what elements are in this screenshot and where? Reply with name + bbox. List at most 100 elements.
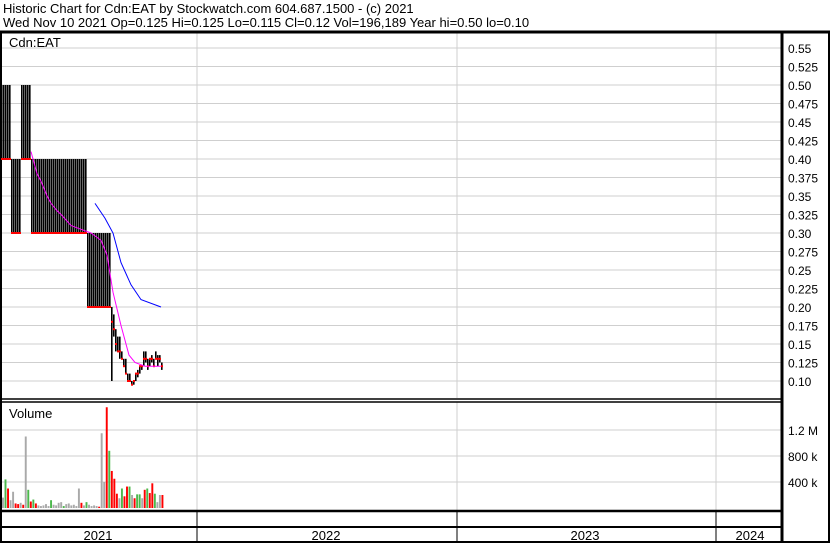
close-tick bbox=[159, 357, 161, 360]
stock-chart: Historic Chart for Cdn:EAT by Stockwatch… bbox=[0, 0, 830, 543]
volume-bar bbox=[65, 504, 68, 508]
close-tick bbox=[127, 380, 129, 382]
close-tick bbox=[157, 357, 159, 360]
price-bar bbox=[15, 159, 17, 233]
price-bar bbox=[57, 159, 59, 233]
close-tick bbox=[99, 306, 101, 308]
price-bar bbox=[79, 159, 81, 233]
close-tick bbox=[155, 357, 157, 360]
price-bar bbox=[23, 85, 25, 159]
volume-bar bbox=[80, 502, 83, 508]
volume-bar bbox=[70, 505, 73, 508]
price-bar bbox=[71, 159, 73, 233]
price-bar bbox=[37, 159, 39, 233]
price-bar bbox=[95, 233, 97, 307]
price-tick-label: 0.125 bbox=[788, 357, 818, 371]
price-bar bbox=[123, 358, 125, 367]
price-bar bbox=[59, 159, 61, 233]
price-bar bbox=[3, 85, 5, 159]
close-tick bbox=[33, 232, 35, 234]
close-tick bbox=[3, 158, 5, 160]
volume-bar bbox=[151, 483, 154, 508]
close-tick bbox=[115, 343, 117, 345]
price-bar bbox=[129, 373, 131, 381]
price-tick-label: 0.45 bbox=[788, 116, 812, 130]
volume-bar bbox=[67, 503, 70, 508]
price-bar bbox=[63, 159, 65, 233]
price-tick-label: 0.425 bbox=[788, 135, 818, 149]
close-tick bbox=[17, 232, 19, 234]
close-tick bbox=[87, 306, 89, 308]
price-bar bbox=[145, 351, 147, 363]
price-bar bbox=[115, 329, 117, 352]
close-tick bbox=[129, 380, 131, 382]
volume-bar bbox=[143, 489, 146, 508]
close-tick bbox=[53, 232, 55, 234]
volume-tick-label: 400 k bbox=[788, 476, 818, 490]
price-bar bbox=[93, 233, 95, 307]
price-bar bbox=[1, 85, 3, 159]
volume-bar bbox=[42, 505, 45, 508]
close-tick bbox=[85, 232, 87, 234]
volume-bar bbox=[12, 491, 15, 508]
price-bar bbox=[91, 233, 93, 307]
close-tick bbox=[117, 350, 119, 353]
year-label: 2023 bbox=[571, 528, 600, 543]
volume-bar bbox=[9, 500, 12, 508]
volume-bar bbox=[7, 488, 9, 508]
volume-bar bbox=[161, 495, 164, 508]
close-tick bbox=[31, 232, 33, 234]
close-tick bbox=[75, 232, 77, 234]
price-tick-label: 0.25 bbox=[788, 264, 812, 278]
close-tick bbox=[103, 306, 105, 308]
close-tick bbox=[135, 372, 137, 375]
volume-tick-label: 800 k bbox=[788, 450, 818, 464]
close-tick bbox=[61, 232, 63, 234]
price-tick-label: 0.55 bbox=[788, 42, 812, 56]
price-bar bbox=[119, 336, 121, 359]
close-tick bbox=[109, 306, 111, 308]
price-bar bbox=[153, 358, 155, 367]
close-tick bbox=[57, 232, 59, 234]
volume-tick-label: 1.2 M bbox=[788, 424, 818, 438]
year-label: 2021 bbox=[84, 528, 113, 543]
volume-bar bbox=[27, 489, 30, 508]
price-tick-label: 0.275 bbox=[788, 246, 818, 260]
volume-bar bbox=[141, 498, 144, 508]
price-bar bbox=[155, 351, 157, 359]
price-bar bbox=[139, 366, 141, 374]
price-tick-label: 0.30 bbox=[788, 227, 812, 241]
price-bar bbox=[135, 373, 137, 381]
close-tick bbox=[105, 306, 107, 308]
price-bar bbox=[99, 233, 101, 307]
close-tick bbox=[39, 232, 41, 234]
price-bar bbox=[43, 159, 45, 233]
close-tick bbox=[5, 158, 7, 160]
price-bar bbox=[111, 307, 113, 381]
volume-bar bbox=[2, 497, 4, 508]
close-tick bbox=[77, 232, 79, 234]
volume-bar bbox=[98, 506, 101, 508]
close-tick bbox=[59, 232, 61, 234]
close-tick bbox=[137, 372, 139, 375]
symbol-label: Cdn:EAT bbox=[9, 35, 61, 50]
price-bar bbox=[49, 159, 51, 233]
price-bar bbox=[45, 159, 47, 233]
close-tick bbox=[45, 232, 47, 234]
volume-bar bbox=[103, 482, 106, 508]
close-tick bbox=[89, 306, 91, 308]
volume-bar bbox=[52, 504, 55, 508]
close-tick bbox=[65, 232, 67, 234]
price-tick-label: 0.20 bbox=[788, 301, 812, 315]
volume-bar bbox=[95, 506, 98, 508]
price-tick-label: 0.50 bbox=[788, 79, 812, 93]
volume-bar bbox=[72, 504, 75, 508]
close-tick bbox=[25, 158, 27, 160]
volume-bar bbox=[55, 505, 58, 508]
volume-bar bbox=[136, 494, 139, 508]
price-bar bbox=[121, 351, 123, 359]
volume-bar bbox=[22, 504, 25, 508]
volume-bar bbox=[45, 504, 47, 508]
close-tick bbox=[91, 306, 93, 308]
chart-canvas: 0.55 0.525 0.50 0.475 0.45 0.425 0.40 0.375 0.35… bbox=[0, 30, 830, 543]
